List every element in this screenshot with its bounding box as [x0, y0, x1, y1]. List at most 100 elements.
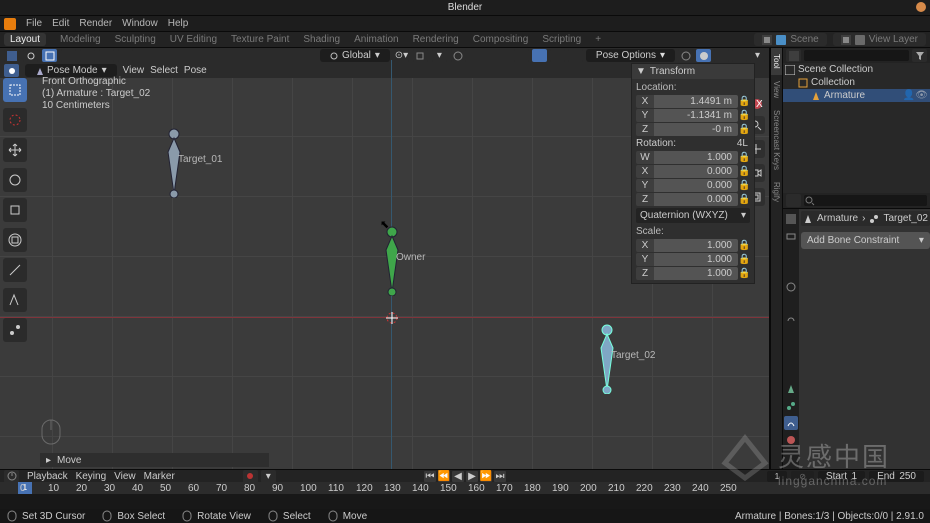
outliner-row-scene[interactable]: Scene Collection — [783, 63, 930, 76]
jump-start-icon[interactable]: ⏮ — [424, 471, 436, 482]
lock-icon[interactable]: 🔒 — [738, 166, 750, 177]
gizmo-toggle[interactable] — [532, 49, 547, 62]
transform-field[interactable]: W1.000🔒 — [636, 151, 750, 164]
vp-menu-select[interactable]: Select — [150, 65, 178, 76]
snap-toggle[interactable] — [413, 49, 428, 62]
lock-icon[interactable]: 🔒 — [738, 194, 750, 205]
transform-field[interactable]: X1.4491 m🔒 — [636, 95, 750, 108]
tab-animation[interactable]: Animation — [354, 34, 398, 45]
keyframe-next-icon[interactable]: ⏩ — [480, 471, 492, 482]
selectability-icon[interactable] — [514, 49, 529, 62]
shading-solid-btn[interactable] — [696, 49, 711, 62]
current-frame-input[interactable]: 1 — [767, 471, 787, 482]
select-box-icon[interactable] — [42, 49, 57, 62]
ptab-bone-icon[interactable] — [784, 399, 798, 413]
transform-field[interactable]: Y-1.1341 m🔒 — [636, 109, 750, 122]
tab-scripting[interactable]: Scripting — [542, 34, 581, 45]
last-operator-panel[interactable]: ▸ Move — [40, 453, 269, 467]
breakdowner-tool[interactable] — [3, 318, 27, 342]
shading-mat-icon[interactable] — [99, 49, 114, 62]
menu-edit[interactable]: Edit — [52, 18, 69, 29]
lock-icon[interactable]: 🔒 — [738, 96, 750, 107]
lock-icon[interactable]: 🔒 — [738, 110, 750, 121]
move-tool[interactable] — [3, 138, 27, 162]
lock-icon[interactable]: 🔒 — [738, 254, 750, 265]
tl-menu-view[interactable]: View — [114, 471, 136, 482]
ptab-armature-icon[interactable] — [784, 382, 798, 396]
shading-wireframe-icon[interactable] — [678, 49, 693, 62]
n-tab-rigify[interactable]: Rigify — [771, 176, 782, 208]
close-icon[interactable] — [916, 2, 926, 12]
editor-type-icon[interactable] — [4, 49, 19, 62]
transform-field[interactable]: X1.000🔒 — [636, 239, 750, 252]
start-frame-input[interactable]: Start 1 — [818, 471, 865, 482]
vp-menu-pose[interactable]: Pose — [184, 65, 207, 76]
property-breadcrumb[interactable]: Armature › Target_02 — [801, 211, 930, 226]
transform-field[interactable]: Z0.000🔒 — [636, 193, 750, 206]
jump-end-icon[interactable]: ⏭ — [494, 471, 506, 482]
outliner-search-input[interactable] — [804, 50, 909, 61]
properties-editor-icon[interactable] — [786, 194, 801, 207]
outliner-row-collection[interactable]: Collection — [783, 76, 930, 89]
rotation-mode-dropdown[interactable]: Quaternion (WXYZ)▾ — [636, 208, 750, 223]
bone-target_01[interactable]: Target_01 — [160, 128, 188, 198]
shading-render-icon[interactable] — [118, 49, 133, 62]
tab-uvediting[interactable]: UV Editing — [170, 34, 217, 45]
n-tab-screencast[interactable]: Screencast Keys — [771, 104, 782, 176]
scene-selector[interactable]: Scene — [754, 33, 826, 46]
n-tab-item[interactable]: Tool — [771, 48, 782, 75]
lock-icon[interactable]: 🔒 — [738, 180, 750, 191]
scale-tool[interactable] — [3, 198, 27, 222]
ptab-scene-icon[interactable] — [784, 263, 798, 277]
shading-lookdev-icon[interactable] — [714, 49, 729, 62]
ptab-object-icon[interactable] — [784, 297, 798, 311]
bone-owner[interactable]: Owner — [378, 226, 406, 296]
tab-sculpting[interactable]: Sculpting — [115, 34, 156, 45]
timeline-editor-icon[interactable] — [4, 470, 19, 483]
lock-icon[interactable]: 🔒 — [738, 124, 750, 135]
outliner-tree[interactable]: Scene Collection Collection Armature 👤👁 — [783, 63, 930, 193]
menu-help[interactable]: Help — [168, 18, 189, 29]
cursor-tool[interactable] — [3, 108, 27, 132]
lock-icon[interactable]: 🔒 — [738, 240, 750, 251]
play-reverse-icon[interactable]: ◀ — [452, 471, 464, 482]
tl-menu-marker[interactable]: Marker — [144, 471, 175, 482]
properties-search-input[interactable] — [804, 195, 927, 206]
tl-menu-keying[interactable]: Keying — [76, 471, 107, 482]
tab-rendering[interactable]: Rendering — [413, 34, 459, 45]
keyframe-prev-icon[interactable]: ⏪ — [438, 471, 450, 482]
transform-field[interactable]: Y0.000🔒 — [636, 179, 750, 192]
vp-menu-view[interactable]: View — [123, 65, 145, 76]
ptab-modifier-icon[interactable] — [784, 314, 798, 328]
shading-rendered-icon[interactable] — [732, 49, 747, 62]
tab-add[interactable]: + — [595, 34, 601, 45]
xray-toggle[interactable] — [568, 49, 583, 62]
ptab-output-icon[interactable] — [784, 229, 798, 243]
ptab-particles-icon[interactable] — [784, 331, 798, 345]
shading-solid-icon[interactable] — [80, 49, 95, 62]
ptab-render-icon[interactable] — [784, 212, 798, 226]
cursor-tool-icon[interactable] — [23, 49, 38, 62]
ptab-material-icon[interactable] — [784, 433, 798, 447]
proportional-toggle[interactable] — [451, 49, 466, 62]
viewlayer-selector[interactable]: View Layer — [833, 33, 926, 46]
measure-tool[interactable] — [3, 288, 27, 312]
ptab-viewlayer-icon[interactable] — [784, 246, 798, 260]
autokey-dropdown[interactable]: ▾ — [261, 470, 276, 483]
tab-modeling[interactable]: Modeling — [60, 34, 101, 45]
outliner-editor-icon[interactable] — [786, 49, 801, 62]
menu-file[interactable]: File — [26, 18, 42, 29]
tab-shading[interactable]: Shading — [303, 34, 340, 45]
transform-tool[interactable] — [3, 228, 27, 252]
transform-field[interactable]: Z-0 m🔒 — [636, 123, 750, 136]
annotate-tool[interactable] — [3, 258, 27, 282]
ptab-physics-icon[interactable] — [784, 348, 798, 362]
tab-compositing[interactable]: Compositing — [473, 34, 529, 45]
timeline-ruler[interactable]: 1 01020304050607080901001101201301401501… — [0, 482, 930, 494]
snap-dropdown[interactable]: ▾ — [432, 49, 447, 62]
tl-menu-playback[interactable]: Playback — [27, 471, 68, 482]
n-panel-transform-header[interactable]: ▼ Transform — [632, 64, 754, 79]
menu-render[interactable]: Render — [79, 18, 112, 29]
shading-wire-icon[interactable] — [61, 49, 76, 62]
ptab-world-icon[interactable] — [784, 280, 798, 294]
